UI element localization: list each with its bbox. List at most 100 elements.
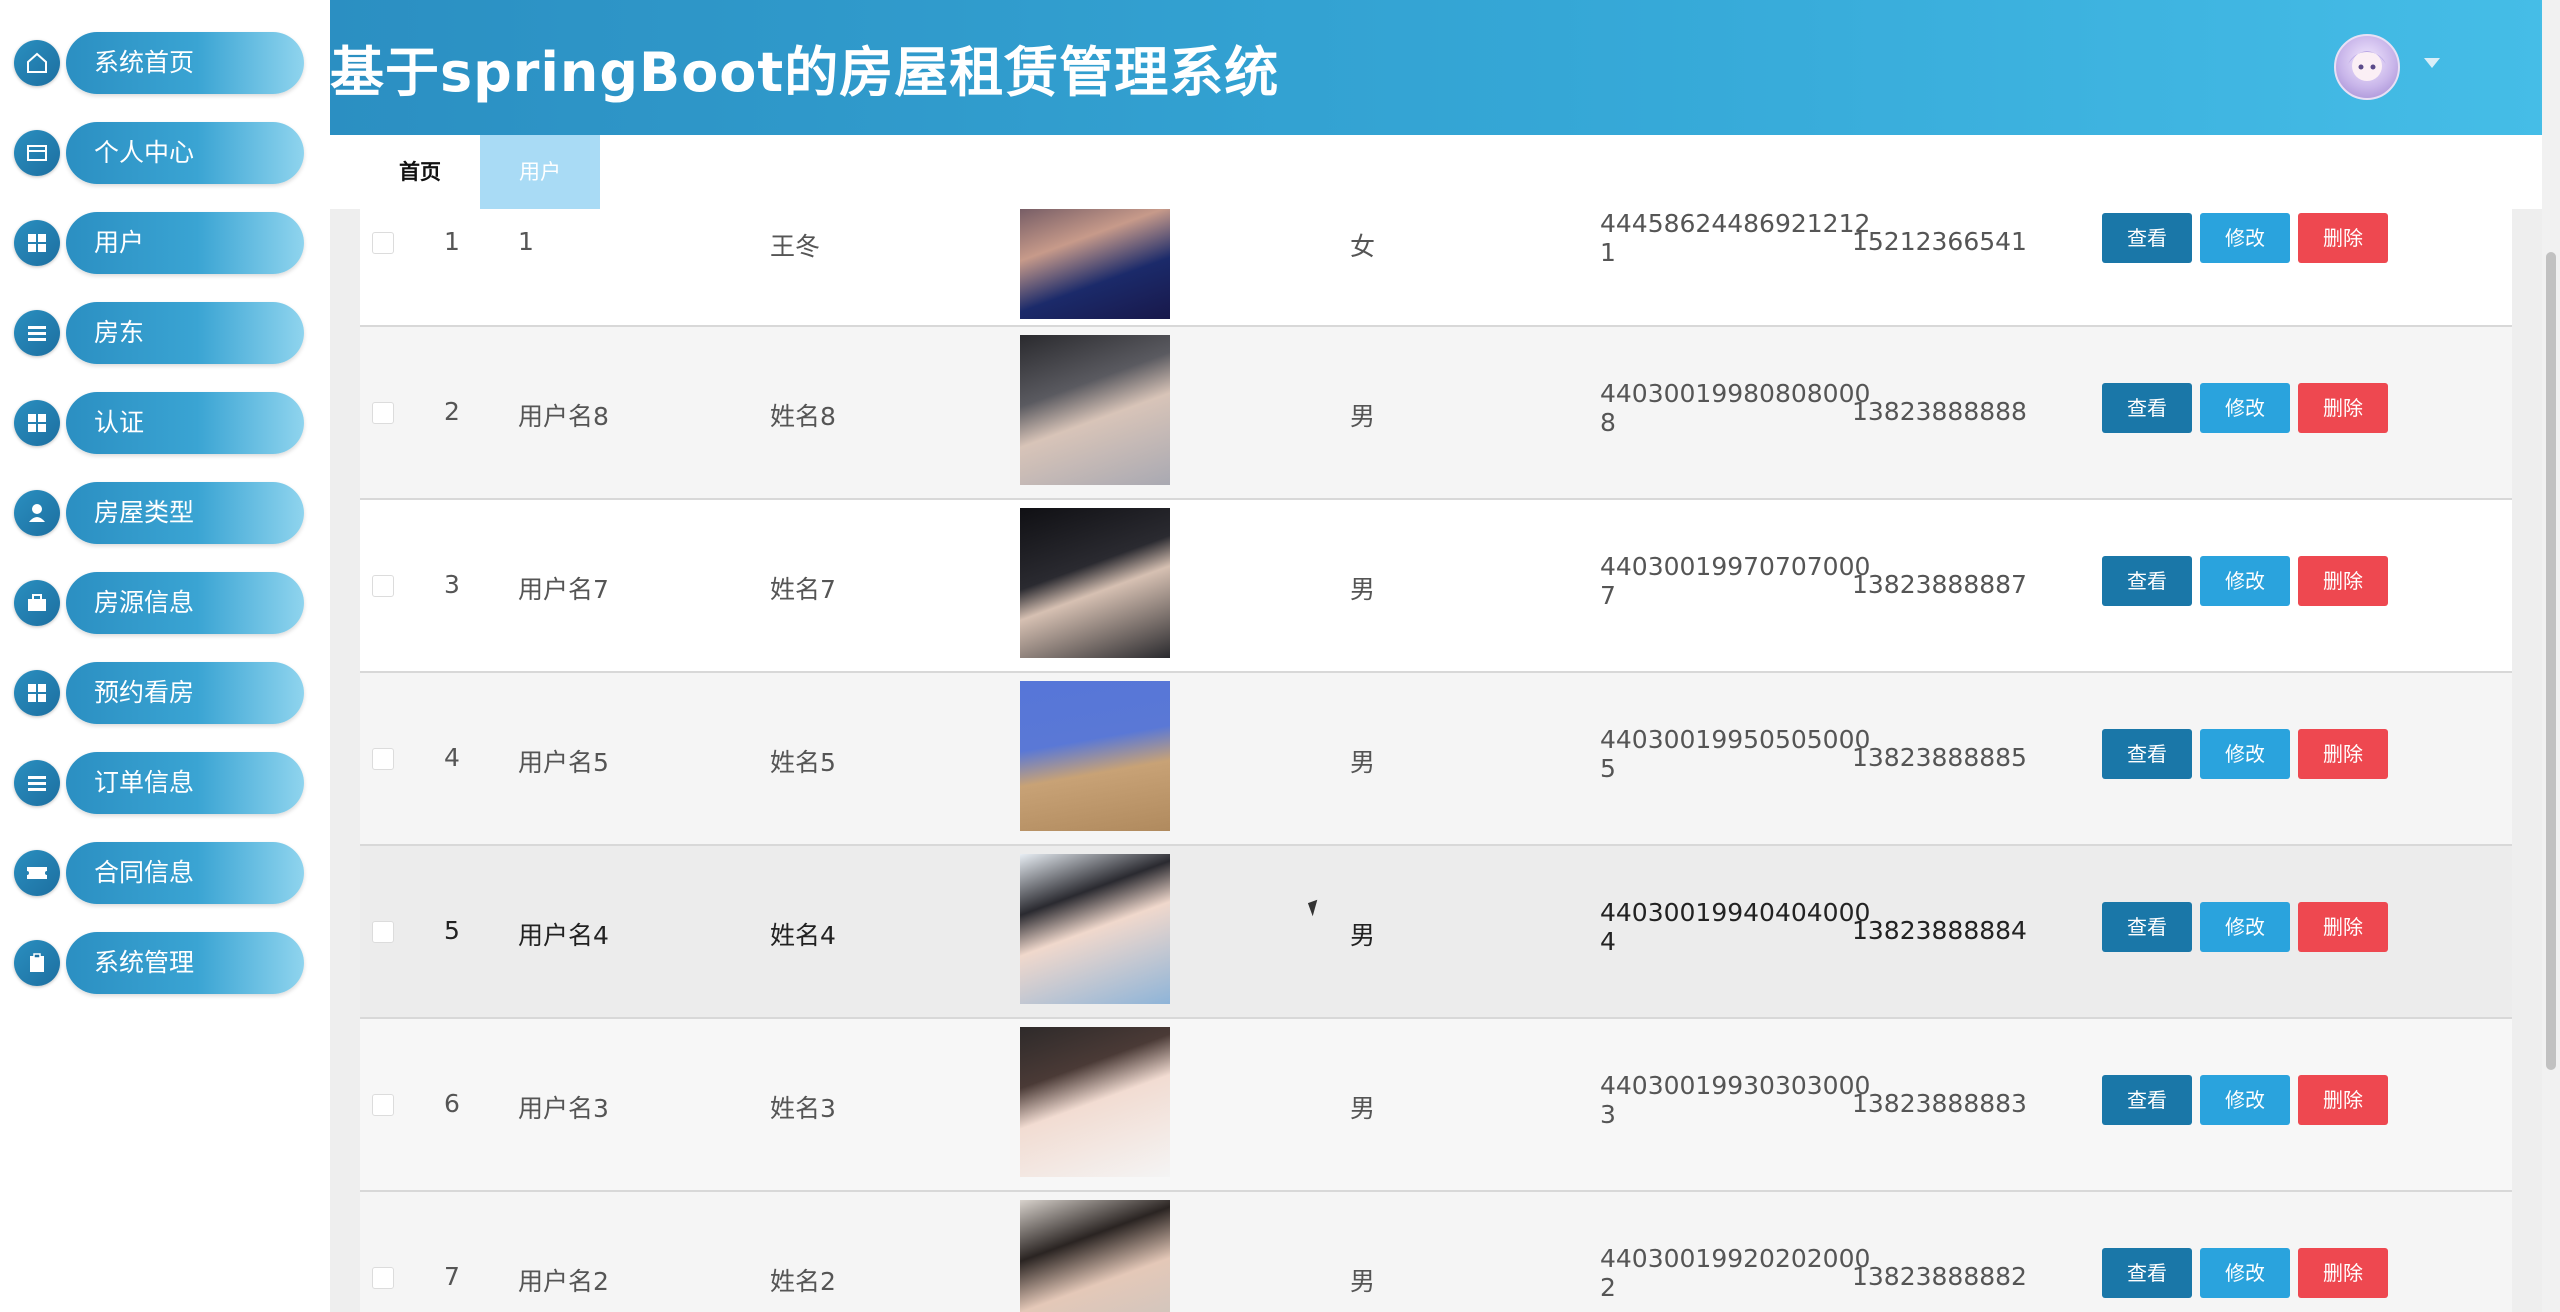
grid-icon — [14, 220, 60, 266]
row-index: 3 — [444, 570, 460, 599]
sidebar-item-label: 系统首页 — [94, 48, 195, 77]
user-photo — [1020, 209, 1170, 319]
edit-button[interactable]: 修改 — [2200, 1248, 2290, 1298]
sidebar-item-viewing-booking[interactable]: 预约看房 — [14, 662, 306, 724]
row-gender: 男 — [1350, 1094, 1376, 1123]
table-row: 6 用户名3 姓名3 男 44030019930303000 3 1382388… — [360, 1019, 2512, 1192]
row-username: 1 — [518, 227, 534, 256]
row-name: 姓名3 — [770, 1094, 836, 1123]
delete-button[interactable]: 删除 — [2298, 1075, 2388, 1125]
sidebar-item-landlord[interactable]: 房东 — [14, 302, 306, 364]
sidebar: 系统首页 个人中心 用户 房东 认证 房屋类型 房源信息 预约看房 订单信息 合… — [0, 0, 330, 1312]
row-checkbox[interactable] — [372, 575, 394, 597]
delete-button[interactable]: 删除 — [2298, 556, 2388, 606]
person-icon — [14, 490, 60, 536]
tab-home[interactable]: 首页 — [372, 135, 468, 209]
sidebar-item-users[interactable]: 用户 — [14, 212, 306, 274]
row-checkbox[interactable] — [372, 402, 394, 424]
list-icon — [14, 310, 60, 356]
row-id-number: 44458624486921212 1 — [1600, 209, 1870, 267]
row-gender: 男 — [1350, 402, 1376, 431]
delete-button[interactable]: 删除 — [2298, 383, 2388, 433]
sidebar-item-listings[interactable]: 房源信息 — [14, 572, 306, 634]
row-name: 姓名7 — [770, 575, 836, 604]
scrollbar-thumb[interactable] — [2546, 252, 2556, 1070]
sidebar-item-label: 认证 — [94, 408, 145, 437]
chevron-down-icon[interactable] — [2424, 58, 2440, 68]
avatar-face-icon — [2348, 51, 2386, 81]
table-row: 3 用户名7 姓名7 男 44030019970707000 7 1382388… — [360, 500, 2512, 673]
list-icon — [14, 760, 60, 806]
edit-button[interactable]: 修改 — [2200, 1075, 2290, 1125]
edit-button[interactable]: 修改 — [2200, 383, 2290, 433]
sidebar-item-label: 系统管理 — [94, 948, 195, 977]
id-number-line: 4 — [1600, 927, 1616, 956]
row-name: 姓名8 — [770, 402, 836, 431]
delete-button[interactable]: 删除 — [2298, 729, 2388, 779]
edit-button[interactable]: 修改 — [2200, 556, 2290, 606]
view-button[interactable]: 查看 — [2102, 1075, 2192, 1125]
row-index: 2 — [444, 397, 460, 426]
id-number-line: 8 — [1600, 408, 1616, 437]
view-button[interactable]: 查看 — [2102, 383, 2192, 433]
sidebar-item-orders[interactable]: 订单信息 — [14, 752, 306, 814]
row-gender: 女 — [1350, 232, 1376, 261]
table-row: 7 用户名2 姓名2 男 44030019920202000 2 1382388… — [360, 1192, 2512, 1312]
page-title: 基于springBoot的房屋租赁管理系统 — [330, 41, 1280, 104]
ticket-icon — [14, 850, 60, 896]
view-button[interactable]: 查看 — [2102, 556, 2192, 606]
edit-button[interactable]: 修改 — [2200, 729, 2290, 779]
row-phone: 13823888885 — [1852, 743, 2027, 772]
header: 基于springBoot的房屋租赁管理系统 — [330, 0, 2542, 135]
sidebar-item-contracts[interactable]: 合同信息 — [14, 842, 306, 904]
clipboard-icon — [14, 940, 60, 986]
sidebar-item-label: 个人中心 — [94, 138, 195, 167]
id-number-line: 7 — [1600, 581, 1616, 610]
avatar[interactable] — [2334, 34, 2400, 100]
row-checkbox[interactable] — [372, 921, 394, 943]
row-checkbox[interactable] — [372, 1094, 394, 1116]
grid-icon — [14, 400, 60, 446]
sidebar-item-label: 房东 — [94, 318, 145, 347]
sidebar-item-system-management[interactable]: 系统管理 — [14, 932, 306, 994]
row-phone: 15212366541 — [1852, 227, 2027, 256]
row-gender: 男 — [1350, 1267, 1376, 1296]
sidebar-item-personal-center[interactable]: 个人中心 — [14, 122, 306, 184]
edit-button[interactable]: 修改 — [2200, 213, 2290, 263]
row-id-number: 44030019980808000 8 — [1600, 379, 1870, 437]
delete-button[interactable]: 删除 — [2298, 1248, 2388, 1298]
sidebar-item-label: 房屋类型 — [94, 498, 195, 527]
main-content: 1 1 王冬 女 44458624486921212 1 15212366541… — [330, 209, 2542, 1312]
sidebar-item-label: 房源信息 — [94, 588, 195, 617]
row-username: 用户名4 — [518, 921, 609, 950]
briefcase-icon — [14, 580, 60, 626]
view-button[interactable]: 查看 — [2102, 729, 2192, 779]
row-name: 姓名2 — [770, 1267, 836, 1296]
delete-button[interactable]: 删除 — [2298, 902, 2388, 952]
tab-users[interactable]: 用户 — [480, 135, 600, 209]
sidebar-item-certification[interactable]: 认证 — [14, 392, 306, 454]
id-number-line: 5 — [1600, 754, 1616, 783]
row-checkbox[interactable] — [372, 232, 394, 254]
row-index: 1 — [444, 227, 460, 256]
view-button[interactable]: 查看 — [2102, 213, 2192, 263]
user-photo — [1020, 1200, 1170, 1312]
row-id-number: 44030019920202000 2 — [1600, 1244, 1870, 1302]
sidebar-item-label: 合同信息 — [94, 858, 195, 887]
row-id-number: 44030019930303000 3 — [1600, 1071, 1870, 1129]
edit-button[interactable]: 修改 — [2200, 902, 2290, 952]
view-button[interactable]: 查看 — [2102, 1248, 2192, 1298]
row-checkbox[interactable] — [372, 748, 394, 770]
sidebar-item-house-type[interactable]: 房屋类型 — [14, 482, 306, 544]
delete-button[interactable]: 删除 — [2298, 213, 2388, 263]
row-phone: 13823888888 — [1852, 397, 2027, 426]
row-checkbox[interactable] — [372, 1267, 394, 1289]
row-username: 用户名3 — [518, 1094, 609, 1123]
user-photo — [1020, 1027, 1170, 1177]
user-photo — [1020, 335, 1170, 485]
row-index: 7 — [444, 1262, 460, 1291]
sidebar-item-home[interactable]: 系统首页 — [14, 32, 306, 94]
id-number-line: 44030019930303000 — [1600, 1071, 1871, 1100]
view-button[interactable]: 查看 — [2102, 902, 2192, 952]
id-number-line: 44030019970707000 — [1600, 552, 1871, 581]
